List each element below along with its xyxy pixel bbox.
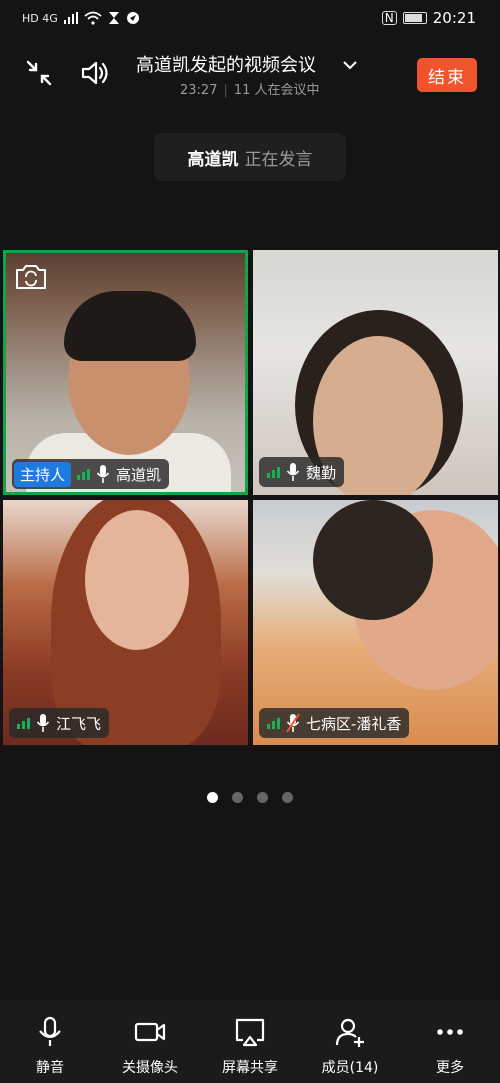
participant-name: 魏勤 [306, 463, 337, 482]
mic-muted-icon [286, 713, 300, 733]
active-speaker-name: 高道凯 [187, 149, 239, 170]
battery-icon [402, 12, 427, 24]
page-dot[interactable] [232, 792, 243, 803]
add-member-icon [335, 1018, 364, 1047]
chevron-down-icon[interactable] [342, 57, 358, 73]
more-icon [437, 1029, 463, 1035]
video-tile[interactable]: 七病区-潘礼香 [253, 500, 498, 745]
mic-icon [286, 463, 300, 481]
signal-strength-icon [63, 12, 78, 24]
more-label: 更多 [436, 1060, 464, 1076]
camera-off-button[interactable]: 关摄像头 [100, 1000, 200, 1083]
members-label: 成员(14) [321, 1060, 379, 1076]
participant-name: 高道凯 [116, 465, 162, 484]
page-dot[interactable] [207, 792, 218, 803]
hourglass-icon [108, 12, 119, 24]
network-indicator: HD 4G [22, 11, 58, 25]
participant-name: 七病区-潘礼香 [306, 714, 402, 733]
participant-label: 江飞飞 [9, 708, 110, 738]
participant-count: 11 人在会议中 [233, 83, 320, 98]
video-camera-icon [134, 1022, 166, 1042]
signal-icon [267, 717, 280, 729]
nfc-icon: N [381, 11, 397, 25]
clock: 20:21 [432, 9, 476, 27]
switch-camera-icon[interactable] [14, 261, 48, 291]
video-tile[interactable]: 江飞飞 [3, 500, 248, 745]
page-dot[interactable] [282, 792, 293, 803]
mute-label: 静音 [36, 1060, 64, 1076]
meeting-header: 高道凯发起的视频会议 23:27 | 11 人在会议中 结束 [0, 44, 500, 104]
participant-label: 七病区-潘礼香 [259, 708, 410, 738]
meeting-title[interactable]: 高道凯发起的视频会议 [136, 51, 316, 77]
share-screen-button[interactable]: 屏幕共享 [200, 1000, 300, 1083]
status-right: N 20:21 [381, 9, 476, 27]
meeting-toolbar: 静音 关摄像头 屏幕共享 成员(14) 更多 [0, 1000, 500, 1083]
mic-icon [96, 465, 110, 483]
video-tile[interactable]: 魏勤 [253, 250, 498, 495]
meeting-subtitle: 23:27 | 11 人在会议中 [180, 83, 320, 98]
share-screen-label: 屏幕共享 [222, 1060, 278, 1076]
signal-icon [17, 717, 30, 729]
camera-off-label: 关摄像头 [122, 1060, 178, 1076]
page-indicator [0, 792, 500, 803]
wifi-icon [84, 11, 102, 25]
host-badge: 主持人 [14, 461, 72, 487]
screen-share-icon [235, 1018, 265, 1047]
mic-icon [36, 714, 50, 732]
location-icon [126, 12, 139, 24]
members-button[interactable]: 成员(14) [300, 1000, 400, 1083]
mute-button[interactable]: 静音 [0, 1000, 100, 1083]
more-button[interactable]: 更多 [400, 1000, 500, 1083]
status-left: HD 4G [22, 11, 140, 25]
participant-video [64, 291, 196, 361]
signal-icon [267, 466, 280, 478]
video-tile[interactable]: 主持人 高道凯 [3, 250, 248, 495]
end-meeting-button[interactable]: 结束 [417, 58, 477, 92]
status-bar: HD 4G N 20:21 [0, 0, 500, 36]
active-speaker-state: 正在发言 [244, 149, 313, 170]
speaker-icon[interactable] [78, 56, 112, 90]
microphone-icon [39, 1016, 61, 1046]
participant-video [85, 510, 189, 650]
signal-icon [77, 468, 91, 480]
page-dot[interactable] [257, 792, 268, 803]
participant-label: 魏勤 [259, 457, 345, 487]
meeting-duration: 23:27 [180, 83, 218, 98]
participant-label: 主持人 高道凯 [12, 459, 170, 489]
participant-name: 江飞飞 [56, 714, 102, 733]
participant-video [313, 500, 433, 620]
active-speaker-indicator: 高道凯 正在发言 [154, 133, 346, 181]
minimize-icon[interactable] [22, 56, 56, 90]
